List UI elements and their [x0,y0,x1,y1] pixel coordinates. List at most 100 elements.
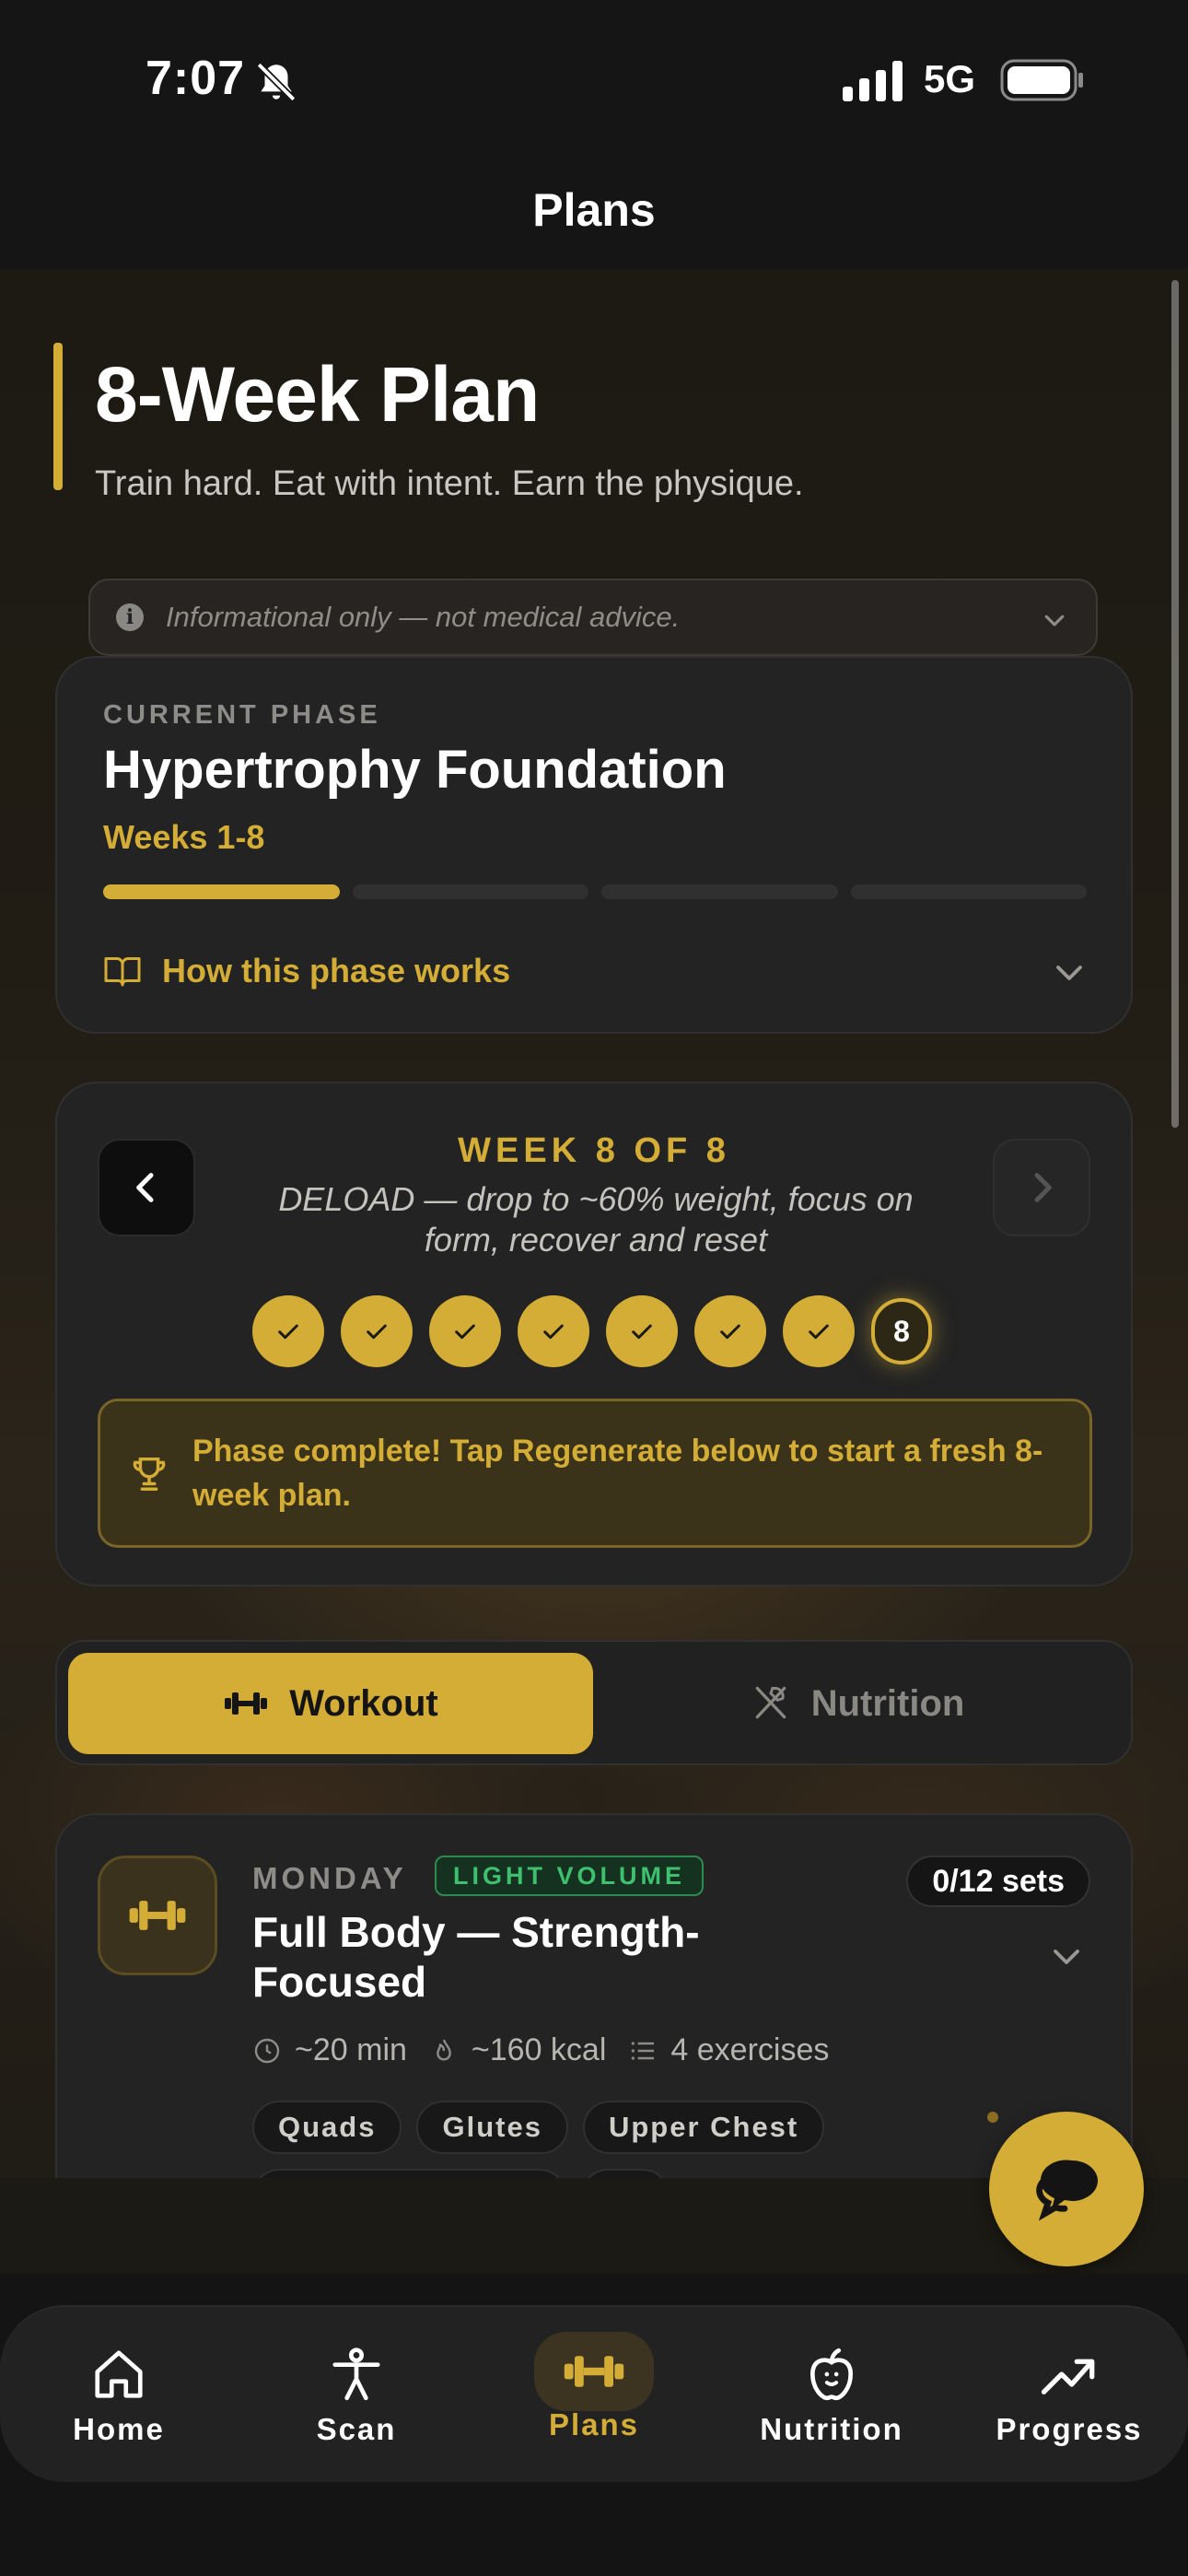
disclaimer-text: Informational only — not medical advice. [166,601,681,633]
check-icon [809,1324,829,1340]
tab-nutrition[interactable]: Nutrition [595,1653,1120,1754]
duration: ~20 min [252,2032,407,2068]
sets-counter: 0/12 sets [906,1856,1090,1907]
chat-bubbles-icon [1036,2160,1098,2221]
chat-button[interactable] [989,2112,1144,2266]
week-dot-completed[interactable] [783,1295,855,1367]
content-scroll[interactable]: 8-Week Plan Train hard. Eat with intent.… [0,269,1188,2274]
chevron-down-icon [1044,615,1065,626]
person-icon [332,2348,380,2401]
bottom-tab-bar: Home Scan Plans Nutrition Progress [0,2274,1188,2576]
current-phase-card: CURRENT PHASE Hypertrophy Foundation Wee… [55,656,1133,1034]
signal-icon [843,61,903,101]
progress-segment [850,884,1087,899]
list-icon [632,2041,655,2060]
muscle-tag: Quads [252,2101,402,2154]
status-time: 7:07 [146,52,246,105]
workout-meta: ~20 min ~160 kcal 4 exercises [252,2032,829,2068]
status-bar: 7:07 5G [0,0,1188,157]
nav-plans-label: Plans [548,2407,640,2441]
phase-label: CURRENT PHASE [103,700,381,730]
flame-icon [437,2039,451,2061]
book-icon [104,957,141,987]
chevron-left-icon [136,1173,154,1202]
exercise-count-text: 4 exercises [670,2032,830,2067]
phase-progress [103,884,1087,899]
week-dot-current[interactable]: 8 [871,1298,932,1364]
scrollbar[interactable] [1171,280,1179,1128]
home-indicator-area [0,2504,1188,2576]
nav-scan[interactable]: Scan [238,2307,475,2482]
how-phase-label: How this phase works [162,952,511,989]
chevron-down-icon[interactable] [1048,1940,1085,1973]
check-icon [720,1324,740,1340]
week-dot-completed[interactable] [694,1295,766,1367]
week-dot-completed[interactable] [429,1295,501,1367]
check-icon [632,1324,652,1340]
calories: ~160 kcal [429,2032,607,2068]
exercise-count: 4 exercises [628,2032,829,2068]
progress-segment [352,884,588,899]
volume-badge: LIGHT VOLUME [435,1856,704,1896]
duration-text: ~20 min [295,2032,407,2067]
dumbbell-icon [225,1692,268,1715]
workout-title: Full Body — Strength-Focused [252,1908,700,2006]
nav-home-label: Home [73,2412,165,2446]
muscle-tag: Upper Chest [582,2101,825,2154]
dumbbell-icon [564,2356,624,2387]
week-description: DELOAD — drop to ~60% weight, focus on f… [278,1180,914,1259]
next-week-button[interactable] [993,1139,1090,1236]
nav-progress[interactable]: Progress [950,2307,1188,2482]
nav-header: Plans [0,157,1188,269]
muscle-tag: Glutes [416,2101,568,2154]
accent-bar [53,343,63,490]
banner-text: Phase complete! Tap Regenerate below to … [192,1434,1043,1513]
week-dot-completed[interactable] [252,1295,324,1367]
trophy-icon [133,1457,166,1491]
trend-icon [1041,2359,1095,2395]
plan-tabs: Workout Nutrition [55,1640,1133,1765]
nav-scan-label: Scan [316,2412,397,2446]
tab-nutrition-label: Nutrition [810,1682,965,1724]
bell-muted-icon [256,62,297,102]
check-icon [543,1324,564,1340]
how-phase-works-toggle[interactable]: How this phase works [103,943,1087,999]
home-icon [95,2350,143,2398]
progress-segment [103,884,340,899]
info-icon: i [116,603,144,631]
workout-icon-box [98,1856,217,1975]
check-icon [367,1324,387,1340]
chevron-right-icon [1034,1173,1052,1202]
week-dot-completed[interactable] [606,1295,678,1367]
utensils-icon [755,1686,786,1719]
disclaimer-toggle[interactable]: i Informational only — not medical advic… [88,579,1098,656]
phase-complete-banner: Phase complete! Tap Regenerate below to … [98,1399,1092,1548]
tab-workout[interactable]: Workout [68,1653,593,1754]
week-card: WEEK 8 OF 8 DELOAD — drop to ~60% weight… [55,1082,1133,1587]
nav-home[interactable]: Home [0,2307,238,2482]
nav-progress-label: Progress [996,2412,1143,2446]
dumbbell-icon [129,1901,186,1930]
page-title: Plans [532,184,656,236]
check-icon [278,1324,298,1340]
day-name: MONDAY [252,1861,407,1895]
phase-title: Hypertrophy Foundation [103,740,727,800]
app-screen: 7:07 5G Plans 8-Week Plan Train hard. Ea… [0,0,1188,2576]
check-icon [455,1324,475,1340]
calories-text: ~160 kcal [471,2032,607,2067]
chevron-down-icon [1056,966,1082,980]
apple-icon [810,2348,853,2401]
nav-plans[interactable]: Plans [475,2307,713,2482]
nav-nutrition[interactable]: Nutrition [713,2307,950,2482]
week-dot-completed[interactable] [341,1295,413,1367]
week-dot-completed[interactable] [518,1295,589,1367]
fab-indicator-dot [987,2112,998,2123]
phase-weeks: Weeks 1-8 [103,818,265,856]
tab-workout-label: Workout [289,1682,438,1724]
week-dots: 8 [252,1295,932,1367]
plan-subtitle: Train hard. Eat with intent. Earn the ph… [95,464,804,503]
plan-title: 8-Week Plan [95,351,540,438]
clock-icon [254,2038,280,2063]
nav-nutrition-label: Nutrition [760,2412,903,2446]
battery-icon [1000,59,1083,101]
